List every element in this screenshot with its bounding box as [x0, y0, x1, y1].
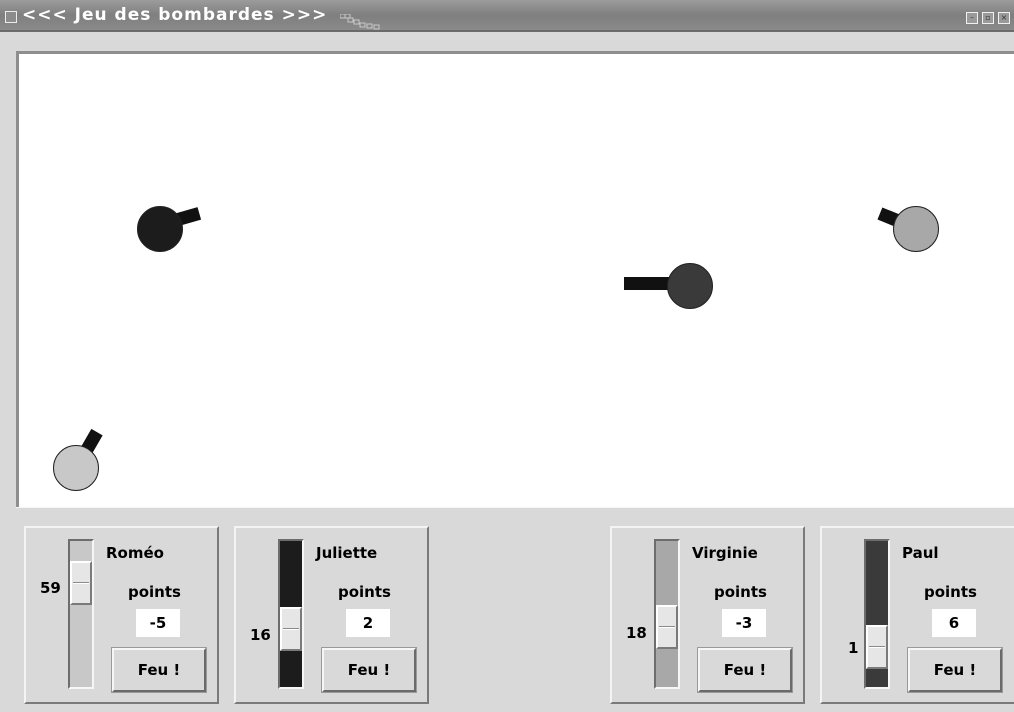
window-title: <<< Jeu des bombardes >>>: [22, 5, 328, 25]
angle-slider[interactable]: [864, 539, 890, 689]
title-grip-icon: [340, 14, 380, 30]
title-bar[interactable]: <<< Jeu des bombardes >>> – ▫ ×: [0, 0, 1014, 32]
points-label: points: [714, 583, 767, 601]
angle-slider[interactable]: [68, 539, 94, 689]
angle-value: 1: [848, 639, 859, 657]
score-display: -5: [136, 609, 180, 637]
points-label: points: [924, 583, 977, 601]
game-canvas[interactable]: [16, 51, 1014, 507]
close-icon[interactable]: ×: [998, 12, 1010, 24]
angle-value: 16: [250, 626, 271, 644]
slider-thumb[interactable]: [656, 605, 678, 649]
points-label: points: [128, 583, 181, 601]
panel-separator: [16, 507, 1014, 520]
player-name: Virginie: [692, 544, 758, 562]
slider-thumb[interactable]: [280, 607, 302, 651]
fire-button[interactable]: Feu !: [111, 647, 207, 693]
player-name: Juliette: [316, 544, 378, 562]
player-panel-juliette: 16 Juliette points 2 Feu !: [234, 526, 429, 704]
points-label: points: [338, 583, 391, 601]
slider-thumb[interactable]: [70, 561, 92, 605]
window-menu-icon[interactable]: [5, 11, 17, 23]
player-panel-paul: 1 Paul points 6 Feu !: [820, 526, 1014, 704]
minimize-icon[interactable]: –: [966, 12, 978, 24]
angle-slider[interactable]: [654, 539, 680, 689]
angle-value: 18: [626, 624, 647, 642]
cannon-body: [667, 263, 713, 309]
player-name: Paul: [902, 544, 939, 562]
player-panel-romeo: 59 Roméo points -5 Feu !: [24, 526, 219, 704]
slider-thumb[interactable]: [866, 625, 888, 669]
fire-button[interactable]: Feu !: [907, 647, 1003, 693]
angle-value: 59: [40, 579, 61, 597]
score-display: 2: [346, 609, 390, 637]
score-display: 6: [932, 609, 976, 637]
fire-button[interactable]: Feu !: [697, 647, 793, 693]
cannon-body: [893, 206, 939, 252]
cannon-body: [137, 206, 183, 252]
angle-slider[interactable]: [278, 539, 304, 689]
cannon-body: [53, 445, 99, 491]
score-display: -3: [722, 609, 766, 637]
maximize-icon[interactable]: ▫: [982, 12, 994, 24]
cannon-barrel: [624, 277, 672, 290]
player-name: Roméo: [106, 544, 164, 562]
fire-button[interactable]: Feu !: [321, 647, 417, 693]
player-panel-virginie: 18 Virginie points -3 Feu !: [610, 526, 805, 704]
